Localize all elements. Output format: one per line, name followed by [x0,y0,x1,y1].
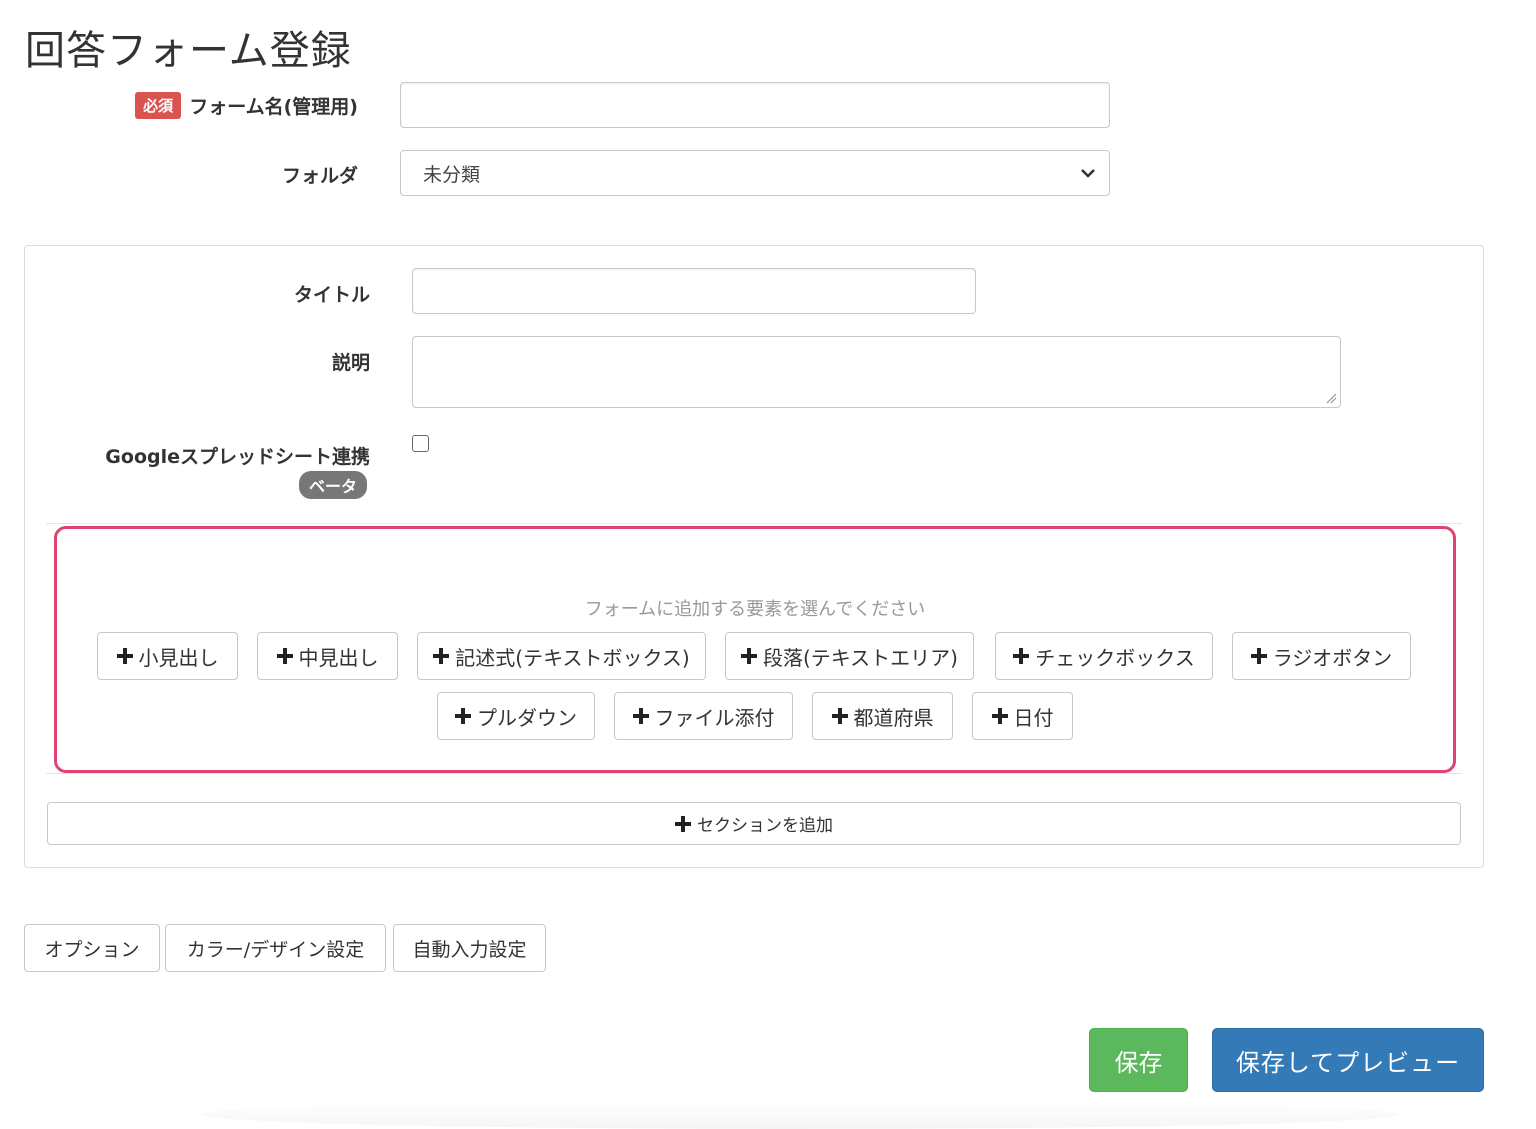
page-title: 回答フォーム登録 [25,28,352,74]
divider-top [46,523,1462,524]
add-button-label: 中見出し [298,645,379,670]
required-badge: 必須 [135,91,182,119]
folder-label: フォルダ [281,164,358,187]
resize-handle-icon[interactable] [1325,392,1337,404]
add-button-label: 小見出し [138,645,219,670]
form-name-input[interactable] [400,82,1110,128]
add-radio-button[interactable]: ラジオボタン [1232,632,1411,680]
add-button-label: ファイル添付 [654,705,775,730]
beta-badge: ベータ [299,471,368,499]
add-prefecture-button[interactable]: 都道府県 [812,692,953,740]
add-textarea-button[interactable]: 段落(テキストエリア) [725,632,974,680]
add-button-label: チェックボックス [1035,645,1195,670]
plus-icon [991,708,1008,724]
description-textarea[interactable] [412,336,1341,408]
add-button-label: ラジオボタン [1272,645,1393,670]
section-title-input[interactable] [412,268,976,314]
save-preview-button[interactable]: 保存してプレビュー [1212,1028,1484,1092]
plus-icon [433,648,450,664]
chevron-down-icon [1081,169,1095,178]
add-section-button[interactable]: セクションを追加 [47,802,1461,845]
bottom-shadow [200,1100,1400,1129]
add-date-button[interactable]: 日付 [972,692,1073,740]
spreadsheet-checkbox[interactable] [412,435,429,452]
save-button[interactable]: 保存 [1089,1028,1188,1092]
color-design-button[interactable]: カラー/デザイン設定 [165,924,386,972]
plus-icon [455,708,471,724]
options-button[interactable]: オプション [24,924,160,972]
add-dropdown-button[interactable]: プルダウン [437,692,595,740]
add-button-label: 段落(テキストエリア) [762,645,958,670]
plus-icon [1250,648,1267,664]
spreadsheet-label: Googleスプレッドシート連携 [105,445,370,468]
add-section-label: セクションを追加 [697,816,833,836]
plus-icon [831,708,848,724]
add-small-heading-button[interactable]: 小見出し [97,632,238,680]
divider-bottom [46,773,1462,774]
title-label: タイトル [293,283,370,306]
autofill-settings-button[interactable]: 自動入力設定 [393,924,546,972]
add-button-label: プルダウン [477,705,577,730]
add-element-prompt: フォームに追加する要素を選んでください [584,599,926,620]
form-name-label-group: 必須 フォーム名(管理用) [60,90,358,120]
add-button-label: 記述式(テキストボックス) [455,645,690,670]
plus-icon [276,648,293,664]
plus-icon [740,648,757,664]
folder-select[interactable]: 未分類 [400,150,1110,196]
add-medium-heading-button[interactable]: 中見出し [257,632,398,680]
plus-icon [632,708,649,724]
add-button-label: 日付 [1013,705,1054,730]
description-label: 説明 [331,351,370,374]
plus-icon [675,815,691,832]
add-button-label: 都道府県 [853,705,934,730]
add-checkbox-button[interactable]: チェックボックス [995,632,1213,680]
plus-icon [1013,648,1030,664]
folder-select-value: 未分類 [423,163,481,186]
add-textbox-button[interactable]: 記述式(テキストボックス) [417,632,706,680]
add-file-button[interactable]: ファイル添付 [614,692,793,740]
plus-icon [116,648,133,664]
form-name-label: フォーム名(管理用) [189,95,358,118]
